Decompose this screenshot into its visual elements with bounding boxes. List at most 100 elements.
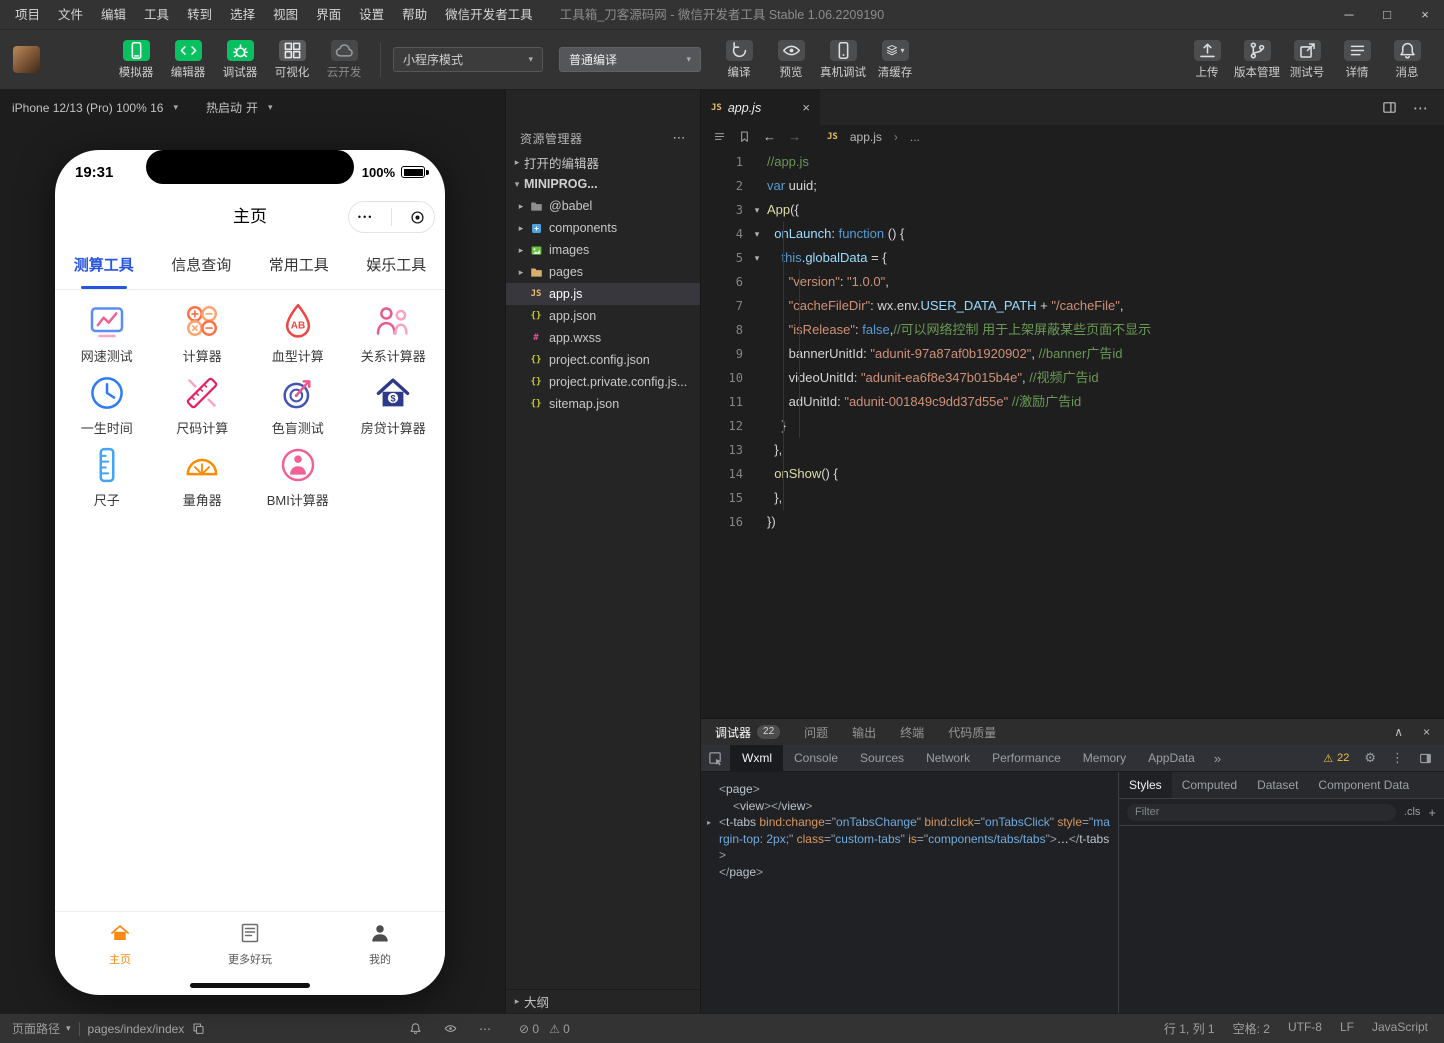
code-line-13[interactable]: 13 }, [701,438,1444,462]
debug-tab-问题[interactable]: 问题 [804,724,828,741]
toolbar-button-清缓存[interactable]: ▾清缓存 [871,40,919,80]
wxml-tree[interactable]: <page><view></view>▸<t-tabs bind:change=… [701,772,1118,1013]
compile-mode-select[interactable]: 普通编译▾ [559,47,701,72]
tree-item-sitemap.json[interactable]: {}sitemap.json [506,393,700,415]
close-panel-icon[interactable]: × [1423,725,1430,739]
code-line-2[interactable]: 2var uuid; [701,174,1444,198]
styles-tab-Computed[interactable]: Computed [1172,772,1247,798]
debug-tab-输出[interactable]: 输出 [852,724,876,741]
code-line-11[interactable]: 11 adUnitId: "adunit-001849c9dd37d55e" /… [701,390,1444,414]
expand-node-icon[interactable]: ▸ [707,815,711,832]
tree-item-app.js[interactable]: JSapp.js [506,283,700,305]
new-style-rule-icon[interactable]: + [1428,805,1436,820]
editor-more-icon[interactable]: ⋯ [1413,99,1428,117]
device-selector[interactable]: iPhone 12/13 (Pro) 100% 16▾ [12,101,178,115]
capsule-menu[interactable]: ••• [348,201,435,233]
code-line-8[interactable]: 8 "isRelease": false,//可以网络控制 用于上架屏蔽某些页面… [701,318,1444,342]
toolbar-button-测试号[interactable]: 测试号 [1283,40,1331,80]
problems-indicator[interactable]: ⊘ 0 ⚠ 0 [505,1022,570,1036]
app-item-色盲测试[interactable]: 色盲测试 [250,370,346,440]
app-item-血型计算[interactable]: AB血型计算 [250,298,346,368]
code-area[interactable]: 1//app.js2var uuid;3▾App({4▾ onLaunch: f… [701,148,1444,718]
page-path-selector[interactable]: 页面路径▾ [12,1020,71,1037]
fold-icon[interactable]: ▾ [747,246,767,270]
avatar[interactable] [13,46,40,73]
collapse-panel-icon[interactable]: ∧ [1394,725,1403,739]
copy-path-icon[interactable] [192,1022,205,1035]
debug-tab-调试器[interactable]: 调试器22 [715,724,780,741]
tree-item-app.wxss[interactable]: #app.wxss [506,327,700,349]
menu-item-选择[interactable]: 选择 [221,0,264,30]
explorer-more-icon[interactable]: ⋯ [673,130,687,146]
debug-tab-代码质量[interactable]: 代码质量 [948,724,996,741]
toolbar-button-可视化[interactable]: 可视化 [268,40,316,80]
code-line-7[interactable]: 7 "cacheFileDir": wx.env.USER_DATA_PATH … [701,294,1444,318]
styles-tab-Styles[interactable]: Styles [1119,772,1172,798]
wxml-node[interactable]: <view></view> [719,798,1112,815]
app-item-尺码计算[interactable]: 尺码计算 [155,370,251,440]
more-tabs-icon[interactable]: » [1206,751,1229,766]
phone-tab-测算工具[interactable]: 测算工具 [55,240,153,289]
split-editor-icon[interactable] [1382,100,1397,115]
tree-item-project.private.config.js...[interactable]: {}project.private.config.js... [506,371,700,393]
tabbar-item-主页[interactable]: 主页 [55,912,185,975]
tree-item-app.json[interactable]: {}app.json [506,305,700,327]
fold-icon[interactable]: ▾ [747,198,767,222]
phone-tab-信息查询[interactable]: 信息查询 [153,240,251,289]
code-line-15[interactable]: 15 }, [701,486,1444,510]
console-warnings-badge[interactable]: ⚠ 22 [1323,752,1349,765]
devtools-menu-icon[interactable]: ⋮ [1391,750,1404,766]
status-item-LF[interactable]: LF [1340,1020,1354,1037]
menu-item-界面[interactable]: 界面 [307,0,350,30]
code-line-6[interactable]: 6 "version": "1.0.0", [701,270,1444,294]
devtools-settings-icon[interactable]: ⚙ [1364,750,1376,766]
notifications-icon[interactable] [409,1022,422,1035]
watch-icon[interactable] [444,1022,457,1035]
code-line-9[interactable]: 9 bannerUnitId: "adunit-97a87af0b1920902… [701,342,1444,366]
breadcrumb[interactable]: app.js [850,130,882,144]
devtools-tab-Network[interactable]: Network [915,745,981,771]
editor-tab-app-js[interactable]: JS app.js × [701,90,821,125]
menu-item-设置[interactable]: 设置 [350,0,393,30]
tabbar-item-更多好玩[interactable]: 更多好玩 [185,912,315,975]
code-line-4[interactable]: 4▾ onLaunch: function () { [701,222,1444,246]
devtools-tab-Sources[interactable]: Sources [849,745,915,771]
more-dots-icon[interactable]: ••• [358,212,373,222]
cls-toggle[interactable]: .cls [1404,806,1421,818]
app-item-网速测试[interactable]: 网速测试 [59,298,155,368]
app-item-BMI计算器[interactable]: BMI计算器 [250,442,346,512]
toolbar-button-云开发[interactable]: 云开发 [320,40,368,80]
bookmark-icon[interactable] [738,130,751,143]
menu-item-项目[interactable]: 项目 [6,0,49,30]
toolbar-button-编辑器[interactable]: 编辑器 [164,40,212,80]
tree-item-@babel[interactable]: ▸@babel [506,195,700,217]
menu-item-帮助[interactable]: 帮助 [393,0,436,30]
status-item-UTF-8[interactable]: UTF-8 [1288,1020,1322,1037]
tree-item-project.config.json[interactable]: {}project.config.json [506,349,700,371]
close-button[interactable]: × [1406,0,1444,30]
hot-reload-toggle[interactable]: 热启动开▾ [206,99,273,116]
menu-item-工具[interactable]: 工具 [135,0,178,30]
menu-item-微信开发者工具[interactable]: 微信开发者工具 [436,0,542,30]
code-line-12[interactable]: 12 } [701,414,1444,438]
toolbar-button-编译[interactable]: 编译 [715,40,763,80]
open-editors-section[interactable]: ▸ 打开的编辑器 [506,151,700,173]
styles-tab-Dataset[interactable]: Dataset [1247,772,1308,798]
mode-select[interactable]: 小程序模式▾ [393,47,543,72]
app-item-关系计算器[interactable]: 关系计算器 [346,298,442,368]
close-tab-icon[interactable]: × [802,100,810,115]
toolbar-button-上传[interactable]: 上传 [1183,40,1231,80]
app-item-计算器[interactable]: 计算器 [155,298,251,368]
toolbar-button-真机调试[interactable]: 真机调试 [819,40,867,80]
wxml-node[interactable]: </page> [719,864,1112,881]
status-item-行 1, 列 1[interactable]: 行 1, 列 1 [1164,1020,1215,1037]
devtools-tab-Performance[interactable]: Performance [981,745,1072,771]
status-item-空格: 2[interactable]: 空格: 2 [1233,1020,1270,1037]
outline-icon[interactable] [713,130,726,143]
tree-item-images[interactable]: ▸images [506,239,700,261]
tabbar-item-我的[interactable]: 我的 [315,912,445,975]
devtools-tab-AppData[interactable]: AppData [1137,745,1206,771]
app-item-一生时间[interactable]: 一生时间 [59,370,155,440]
debug-tab-终端[interactable]: 终端 [900,724,924,741]
code-line-1[interactable]: 1//app.js [701,150,1444,174]
